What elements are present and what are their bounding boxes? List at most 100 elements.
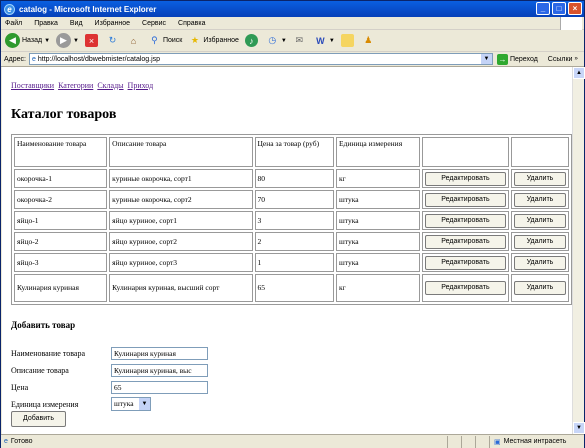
cell-name: Кулинария куриная — [14, 274, 108, 302]
cell-description: Кулинария куриная, высший сорт — [109, 274, 253, 302]
catalog-table: Наименование товара Описание товара Цена… — [11, 134, 572, 305]
status-bar: e Готово ▣ Местная интрасеть — [1, 434, 584, 448]
cell-delete: Удалить — [510, 211, 569, 230]
edit-button[interactable]: Редактировать — [424, 192, 506, 207]
window-controls: _ □ × — [536, 2, 582, 15]
delete-button[interactable]: Удалить — [513, 281, 566, 295]
menu-view[interactable]: Вид — [70, 20, 83, 27]
links-chevron-icon[interactable]: » — [574, 56, 577, 62]
cell-unit: кг — [335, 169, 420, 188]
search-label: Поиск — [162, 37, 183, 44]
refresh-icon: ↻ — [108, 35, 117, 45]
delete-button[interactable]: Удалить — [513, 192, 566, 207]
cell-price: 2 — [254, 232, 334, 251]
word-button[interactable]: W ▼ — [314, 34, 335, 47]
back-button[interactable]: ◀ Назад ▼ — [5, 33, 50, 48]
menu-file[interactable]: Файл — [5, 20, 22, 27]
history-button[interactable]: ◷ ▼ — [266, 34, 287, 47]
name-label: Наименование товара — [11, 349, 86, 358]
table-row: яйцо-3 яйцо куриное, сорт3 1 штука Редак… — [14, 253, 569, 272]
history-dropdown-icon[interactable]: ▼ — [281, 38, 287, 44]
address-input[interactable]: e http://localhost/dbwebmister/catalog.j… — [28, 53, 493, 65]
cell-description: яйцо куриное, сорт1 — [109, 211, 253, 230]
cell-delete: Удалить — [510, 169, 569, 188]
media-icon: ♪ — [244, 34, 258, 47]
menu-tools[interactable]: Сервис — [142, 20, 166, 27]
menu-favorites[interactable]: Избранное — [95, 20, 130, 27]
name-input[interactable]: Кулинария куриная — [111, 347, 208, 360]
status-page-icon: e — [4, 438, 8, 445]
table-row: яйцо-1 яйцо куриное, сорт1 3 штука Редак… — [14, 211, 569, 230]
cell-unit: штука — [335, 253, 420, 272]
close-button[interactable]: × — [568, 2, 582, 15]
forward-dropdown-icon[interactable]: ▼ — [73, 38, 79, 44]
status-text: Готово — [10, 438, 33, 445]
table-row: Кулинария куриная Кулинария куриная, выс… — [14, 274, 569, 302]
form-row-description: Описание товара — [11, 366, 69, 375]
folder-icon — [340, 34, 354, 47]
edit-button[interactable]: Редактировать — [424, 281, 506, 295]
refresh-button[interactable]: ↻ — [106, 34, 121, 47]
links-button[interactable]: Ссылки — [548, 56, 573, 63]
cell-delete: Удалить — [510, 190, 569, 209]
favorites-label: Избранное — [203, 37, 239, 44]
add-button[interactable]: Добавить — [11, 411, 66, 427]
cell-delete: Удалить — [510, 274, 569, 302]
scroll-up-icon[interactable]: ▲ — [573, 67, 585, 79]
edit-button[interactable]: Редактировать — [424, 213, 506, 228]
folder-button[interactable] — [340, 34, 356, 47]
cell-delete: Удалить — [510, 253, 569, 272]
cell-description: яйцо куриное, сорт2 — [109, 232, 253, 251]
mail-button[interactable]: ✉ — [293, 34, 308, 47]
cell-edit: Редактировать — [421, 274, 509, 302]
delete-button[interactable]: Удалить — [513, 213, 566, 228]
address-dropdown-icon[interactable]: ▼ — [480, 54, 492, 64]
status-segment — [461, 435, 475, 448]
go-button[interactable]: → Переход — [496, 53, 538, 65]
cell-edit: Редактировать — [421, 211, 509, 230]
word-dropdown-icon[interactable]: ▼ — [329, 38, 335, 44]
messenger-button[interactable]: ♟ — [362, 34, 377, 47]
address-label: Адрес: — [4, 55, 26, 63]
cell-edit: Редактировать — [421, 232, 509, 251]
stop-button[interactable]: × — [84, 34, 100, 47]
minimize-button[interactable]: _ — [536, 2, 550, 15]
maximize-button[interactable]: □ — [552, 2, 566, 15]
back-dropdown-icon[interactable]: ▼ — [44, 38, 50, 44]
delete-button[interactable]: Удалить — [513, 255, 566, 270]
edit-button[interactable]: Редактировать — [424, 255, 506, 270]
table-header-row: Наименование товара Описание товара Цена… — [14, 137, 569, 167]
edit-button[interactable]: Редактировать — [424, 234, 506, 249]
favorites-button[interactable]: ★ Избранное — [188, 34, 239, 47]
search-button[interactable]: ⚲ Поиск — [148, 34, 182, 47]
address-url: http://localhost/dbwebmister/catalog.jsp — [37, 55, 161, 63]
status-segment — [475, 435, 489, 448]
vertical-scrollbar[interactable]: ▲ ▼ — [572, 67, 585, 434]
home-icon: ⌂ — [130, 35, 137, 46]
unit-select[interactable]: штука ▼ — [111, 397, 151, 411]
home-button[interactable]: ⌂ — [127, 34, 142, 47]
edit-button[interactable]: Редактировать — [424, 171, 506, 186]
cell-name: окорочка-2 — [14, 190, 108, 209]
menu-help[interactable]: Справка — [178, 20, 205, 27]
mail-icon: ✉ — [295, 35, 304, 45]
description-label: Описание товара — [11, 366, 69, 375]
scroll-down-icon[interactable]: ▼ — [573, 422, 585, 434]
delete-button[interactable]: Удалить — [513, 171, 566, 186]
header-name: Наименование товара — [14, 137, 108, 167]
price-input[interactable]: 65 — [111, 381, 208, 394]
nav-link-warehouses[interactable]: Склады — [97, 81, 123, 90]
forward-arrow-icon: ▶ — [56, 33, 72, 48]
media-button[interactable]: ♪ — [244, 34, 260, 47]
page-content: Поставщики Категории Склады Приход Катал… — [2, 67, 572, 434]
nav-link-suppliers[interactable]: Поставщики — [11, 81, 54, 90]
nav-link-arrivals[interactable]: Приход — [128, 81, 154, 90]
cell-unit: штука — [335, 232, 420, 251]
delete-button[interactable]: Удалить — [513, 234, 566, 249]
nav-link-categories[interactable]: Категории — [58, 81, 93, 90]
menu-edit[interactable]: Правка — [34, 20, 58, 27]
form-row-unit: Единица измерения — [11, 400, 78, 409]
forward-button[interactable]: ▶ ▼ — [56, 33, 79, 48]
unit-label: Единица измерения — [11, 400, 79, 409]
description-input[interactable]: Кулинария куриная, выс — [111, 364, 208, 377]
